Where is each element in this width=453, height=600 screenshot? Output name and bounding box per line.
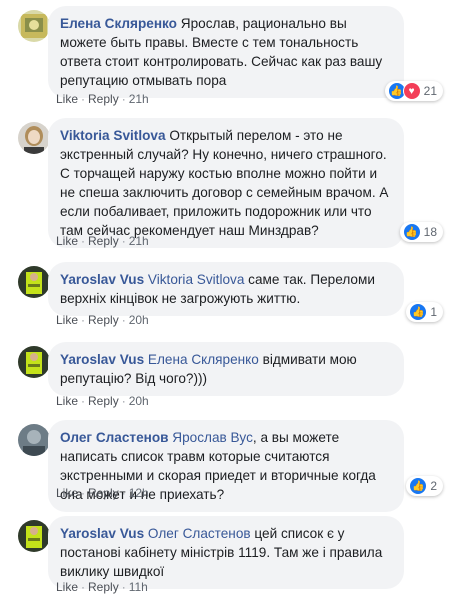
mention-link[interactable]: Олег Сластенов [148, 526, 251, 541]
reply-button[interactable]: Reply [88, 234, 119, 248]
comment-actions: Like · Reply · 21h [56, 234, 149, 248]
reaction-count: 2 [430, 479, 437, 493]
love-icon: ♥ [402, 82, 421, 100]
like-button[interactable]: Like [56, 234, 78, 248]
like-button[interactable]: Like [56, 313, 78, 327]
comment-author[interactable]: Viktoria Svitlova [60, 128, 166, 143]
comment-bubble: Елена Скляренко Ярослав, рационально вы … [48, 6, 404, 98]
comment: Yaroslav Vus Viktoria Svitlova саме так.… [0, 258, 453, 330]
like-icon: 👍 [402, 223, 421, 241]
avatar[interactable] [18, 424, 50, 456]
comment-bubble: Yaroslav Vus Елена Скляренко відмивати м… [48, 342, 404, 396]
reaction-count: 1 [430, 305, 437, 319]
avatar[interactable] [18, 10, 50, 42]
comment-actions: Like · Reply · 12h [56, 486, 149, 500]
reactions-badge[interactable]: 👍 ♥ 21 [384, 81, 443, 101]
avatar[interactable] [18, 266, 50, 298]
comment-author[interactable]: Олег Сластенов [60, 430, 169, 445]
reply-button[interactable]: Reply [88, 580, 119, 594]
avatar[interactable] [18, 346, 50, 378]
comment-timestamp[interactable]: 20h [129, 394, 149, 408]
reaction-count: 21 [423, 84, 437, 98]
comment-timestamp[interactable]: 11h [129, 580, 148, 594]
reply-button[interactable]: Reply [88, 486, 119, 500]
comment-author[interactable]: Yaroslav Vus [60, 352, 144, 367]
reply-button[interactable]: Reply [88, 394, 119, 408]
reactions-badge[interactable]: 👍 2 [406, 476, 443, 496]
like-button[interactable]: Like [56, 92, 78, 106]
comment-timestamp[interactable]: 21h [129, 234, 149, 248]
reaction-count: 18 [423, 225, 437, 239]
mention-link[interactable]: Елена Скляренко [148, 352, 259, 367]
comment: Yaroslav Vus Олег Сластенов цей список є… [0, 512, 453, 600]
comment: Елена Скляренко Ярослав, рационально вы … [0, 0, 453, 110]
comment-bubble: Yaroslav Vus Viktoria Svitlova саме так.… [48, 262, 404, 316]
comment-actions: Like · Reply · 20h [56, 394, 149, 408]
mention-link[interactable]: Viktoria Svitlova [148, 272, 244, 287]
comment: Viktoria Svitlova Открытый перелом - это… [0, 114, 453, 254]
reactions-badge[interactable]: 👍 1 [406, 302, 443, 322]
like-icon: 👍 [409, 303, 428, 321]
comment: Олег Сластенов Ярослав Вус, а вы можете … [0, 416, 453, 512]
like-button[interactable]: Like [56, 580, 78, 594]
like-button[interactable]: Like [56, 394, 78, 408]
like-icon: 👍 [409, 477, 428, 495]
reactions-badge[interactable]: 👍 18 [399, 222, 443, 242]
comment: Yaroslav Vus Елена Скляренко відмивати м… [0, 338, 453, 412]
reply-button[interactable]: Reply [88, 92, 119, 106]
comment-actions: Like · Reply · 21h [56, 92, 149, 106]
like-button[interactable]: Like [56, 486, 78, 500]
comment-actions: Like · Reply · 11h [56, 580, 148, 594]
comment-timestamp[interactable]: 12h [129, 486, 149, 500]
avatar[interactable] [18, 122, 50, 154]
avatar[interactable] [18, 520, 50, 552]
comment-author[interactable]: Yaroslav Vus [60, 526, 144, 541]
comment-bubble: Viktoria Svitlova Открытый перелом - это… [48, 118, 404, 248]
comments-feed: Елена Скляренко Ярослав, рационально вы … [0, 0, 453, 600]
comment-bubble: Yaroslav Vus Олег Сластенов цей список є… [48, 516, 404, 589]
comment-text: Открытый перелом - это не экстренный слу… [60, 128, 389, 238]
comment-author[interactable]: Елена Скляренко [60, 16, 177, 31]
comment-timestamp[interactable]: 21h [129, 92, 149, 106]
mention-link[interactable]: Ярослав Вус [172, 430, 253, 445]
comment-actions: Like · Reply · 20h [56, 313, 149, 327]
comment-timestamp[interactable]: 20h [129, 313, 149, 327]
reply-button[interactable]: Reply [88, 313, 119, 327]
comment-author[interactable]: Yaroslav Vus [60, 272, 144, 287]
